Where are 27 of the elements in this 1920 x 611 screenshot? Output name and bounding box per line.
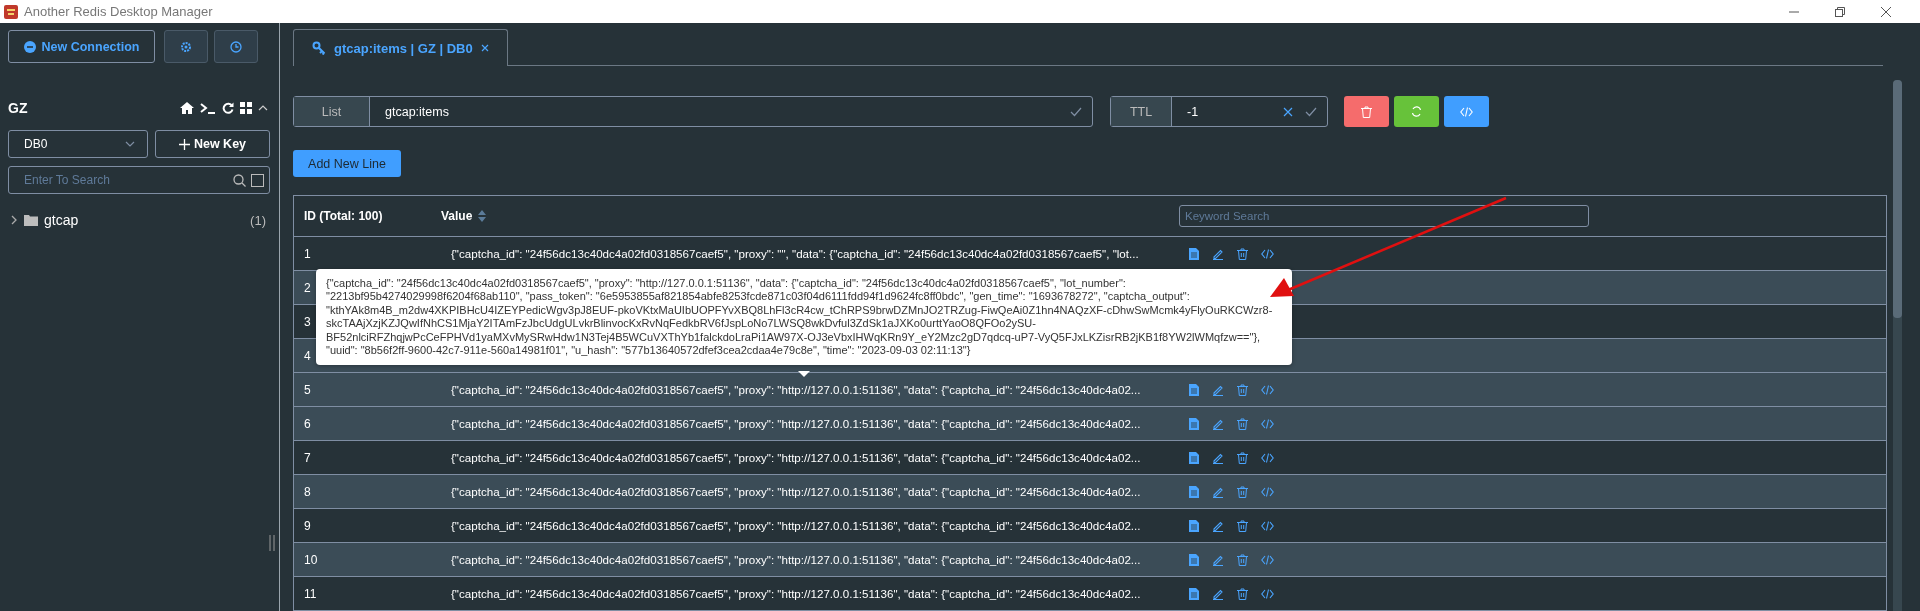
row-value: {"captcha_id": "24f56dc13c40dc4a02fd0318567caef5", "proxy": "http://127.0.0.1:51136", "data": {"captcha_id": "24f56dc13c40dc4a02... [451, 383, 1141, 396]
key-type-label: List [294, 97, 370, 126]
row-id: 1 [304, 246, 311, 261]
row-value: {"captcha_id": "24f56dc13c40dc4a02fd0318567caef5", "proxy": "", "data": {"captcha_id": "24f56dc13c40dc4a02fd0318567caef5", "lot... [451, 247, 1139, 260]
row-value: {"captcha_id": "24f56dc13c40dc4a02fd0318567caef5", "proxy": "http://127.0.0.1:51136", "data": {"captcha_id": "24f56dc13c40dc4a02... [451, 587, 1141, 600]
row-value: {"captcha_id": "24f56dc13c40dc4a02fd0318567caef5", "proxy": "http://127.0.0.1:51136", "data": {"captcha_id": "24f56dc13c40dc4a02... [451, 553, 1141, 566]
key-count: (1) [250, 212, 267, 228]
row-id: 10 [304, 552, 318, 567]
row-value: {"captcha_id": "24f56dc13c40dc4a02fd0318567caef5", "proxy": "http://127.0.0.1:51136", "data": {"captcha_id": "24f56dc13c40dc4a02... [451, 519, 1141, 532]
tab-label: gtcap:items | GZ | DB0 [334, 40, 473, 56]
row-value: {"captcha_id": "24f56dc13c40dc4a02fd0318567caef5", "proxy": "http://127.0.0.1:51136", "data": {"captcha_id": "24f56dc13c40dc4a02... [451, 417, 1141, 430]
row-value: {"captcha_id": "24f56dc13c40dc4a02fd0318567caef5", "proxy": "http://127.0.0.1:51136", "data": {"captcha_id": "24f56dc13c40dc4a02... [451, 485, 1141, 498]
row-value: {"captcha_id": "24f56dc13c40dc4a02fd0318567caef5", "proxy": "http://127.0.0.1:51136", "data": {"captcha_id": "24f56dc13c40dc4a02... [451, 451, 1141, 464]
ttl-label: TTL [1111, 97, 1172, 126]
connection-name: GZ [8, 100, 28, 116]
tooltip-text: {"captcha_id": "24f56dc13c40dc4a02fd0318567caef5", "proxy": "http://127.0.0.1:51136", "data": {"captcha_id": "24f56dc13c40dc4a02fd0318567caef5", "lot_number": "2213bf95b4274029998f6204f68ab110", "pass_token": "6e5953855af821854abfe8253fcde871c03f04d6111fdd94f1d9624fc8ff0bdc", "gen_time": "1693678272", "captcha_output": "kthYAk8m4B_m2dw4XKPIBHcU4IZEYPedicWgv3pJ8EUF-pkoVKtxMaUIbUOPFYvXBQ8LhFl3cR4cw_tChRPS9brwDZMnJO2TRZug-FiwQeAi0Z1hn4NAQzXF-cDhwSwMcmk4yFlyOuRKCWzr8-skcTAAjXzjKZJQwIfNhCS1MjaY2ITAmFzJbcUdgULvkrBlinvocKxRvNqFedkbRV6fJspLoNo7LWSQ8wkDvful3ZdSk1aJXKo0urttYaoO8QFOo2ySU-BF52nlciRFZhqjwPcCeFPHVd1yaMXvMySRwHdw1N3Tej4B5WCuVXThYb1falckdoLraPi1AW97X-OJ3eVbxIHWqKRn9Y_eY2Mzc2gD7qdcq-uP7-VyQ5FJxLKZisrRB2jKB1f8YW2lWMqfzw=="}, "uuid": "8b56f2ff-9600-42c7-911e-560a14981f01", "u_hash": "577b13640572dfef3cea2cdaa4e79c8e", "time": "2023-09-03 02:11:13"} [326, 277, 1273, 357]
row-id: 9 [304, 518, 311, 533]
row-id: 6 [304, 416, 311, 431]
column-header: ID (Total: 100) [303, 209, 384, 223]
row-id: 3 [304, 314, 311, 329]
row-id: 8 [304, 484, 311, 499]
window-title: Another Redis Desktop Manager [24, 4, 213, 19]
row-id: 4 [304, 348, 311, 363]
row-id: 7 [304, 450, 311, 465]
row-id: 5 [304, 382, 311, 397]
row-id: 11 [304, 586, 317, 601]
row-id: 2 [304, 280, 311, 295]
